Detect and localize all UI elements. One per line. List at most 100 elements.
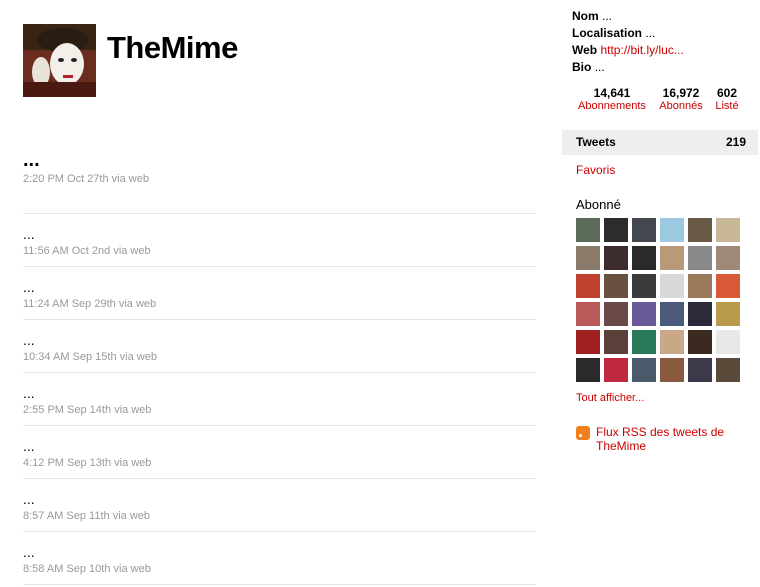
tweet-divider [23,478,536,479]
profile-avatar[interactable] [23,24,96,97]
tweet-item: ... 11:56 AM Oct 2nd via web [23,226,536,257]
following-avatar[interactable] [576,246,600,270]
following-avatar[interactable] [688,246,712,270]
tweet-timestamp[interactable]: 2:20 PM Oct 27th [23,173,109,185]
tweet-meta: 11:24 AM Sep 29th via web [23,298,536,310]
view-all-link[interactable]: Tout afficher... [576,392,644,404]
tweet-meta: 4:12 PM Sep 13th via web [23,457,536,469]
following-avatar[interactable] [716,330,740,354]
tweet-divider [23,372,536,373]
following-avatar[interactable] [716,358,740,382]
tweet-source: via web [113,245,151,257]
tweet-timestamp[interactable]: 11:24 AM Sep 29th [23,298,116,310]
tweet-item: ... 11:24 AM Sep 29th via web [23,279,536,310]
following-avatar[interactable] [632,274,656,298]
tweet-meta: 11:56 AM Oct 2nd via web [23,245,536,257]
following-avatar[interactable] [632,302,656,326]
bio-location-value: ... [645,26,656,40]
tweet-text: ... [23,226,35,242]
following-avatar[interactable] [660,274,684,298]
tweet-source: via web [112,510,150,522]
tweet-divider [23,266,536,267]
following-avatar[interactable] [688,330,712,354]
tweet-timestamp[interactable]: 11:56 AM Oct 2nd [23,245,110,257]
following-avatar[interactable] [604,358,628,382]
tweet-timestamp[interactable]: 8:58 AM Sep 10th [23,563,110,575]
following-avatar[interactable] [688,302,712,326]
following-avatar[interactable] [632,246,656,270]
stat-followers[interactable]: 16,972 Abonnés [656,86,706,112]
tweet-source: via web [114,404,152,416]
tweet-text: ... [23,385,35,401]
following-avatar[interactable] [576,302,600,326]
stat-listed-label: Listé [715,100,739,112]
tweet-timestamp[interactable]: 4:12 PM Sep 13th [23,457,111,469]
following-avatar[interactable] [604,246,628,270]
tweet-text: ... [23,149,40,171]
following-avatar[interactable] [576,330,600,354]
tweet-source: via web [118,298,157,310]
tweet-source: via web [111,173,149,185]
timeline-column: TheMime ... 2:20 PM Oct 27th via web ...… [0,0,560,587]
tweet-item: ... 8:58 AM Sep 10th via web [23,544,536,575]
tweet-meta: 10:34 AM Sep 15th via web [23,351,536,363]
profile-username: TheMime [107,30,238,65]
following-avatar[interactable] [660,246,684,270]
bio-bio-value: ... [594,60,605,74]
tweet-divider [23,425,536,426]
following-avatar[interactable] [576,274,600,298]
tweet-divider [23,319,536,320]
bio-web-link[interactable]: http://bit.ly/luc... [600,43,683,57]
bio-name-value: ... [602,9,613,23]
tweet-item: ... 4:12 PM Sep 13th via web [23,438,536,469]
tweet-item: ... 2:20 PM Oct 27th via web [23,150,536,185]
rss-link[interactable]: Flux RSS des tweets de TheMime [596,425,756,453]
following-avatar[interactable] [660,358,684,382]
following-avatar[interactable] [716,302,740,326]
stat-followers-label: Abonnés [659,100,703,112]
tweets-tab-label: Tweets [576,135,616,149]
tweet-source: via web [119,351,157,363]
following-avatar[interactable] [716,218,740,242]
following-avatar[interactable] [716,246,740,270]
favorites-link[interactable]: Favoris [576,163,615,177]
tweet-text: ... [23,279,35,295]
bio-web-row: Web http://bit.ly/luc... [572,42,684,58]
stat-listed-count: 602 [716,86,738,100]
tweet-item: ... 2:55 PM Sep 14th via web [23,385,536,416]
following-avatar[interactable] [604,274,628,298]
tweet-divider [23,531,536,532]
tweet-timestamp[interactable]: 10:34 AM Sep 15th [23,351,117,363]
following-avatar[interactable] [604,302,628,326]
following-avatar[interactable] [604,218,628,242]
following-avatar[interactable] [632,330,656,354]
tweet-meta: 2:55 PM Sep 14th via web [23,404,536,416]
following-avatar[interactable] [576,218,600,242]
following-avatar[interactable] [688,274,712,298]
stat-following[interactable]: 14,641 Abonnements [574,86,650,112]
tweets-tab[interactable]: Tweets 219 [562,130,758,155]
following-avatar[interactable] [576,358,600,382]
bio-name-row: Nom ... [572,8,612,24]
following-avatar[interactable] [716,274,740,298]
tweet-timestamp[interactable]: 8:57 AM Sep 11th [23,510,110,522]
following-avatar[interactable] [660,330,684,354]
tweet-meta: 8:57 AM Sep 11th via web [23,510,536,522]
tweet-text: ... [23,544,35,560]
following-avatar[interactable] [688,218,712,242]
following-avatar[interactable] [660,302,684,326]
tweet-meta: 8:58 AM Sep 10th via web [23,563,536,575]
following-avatar[interactable] [660,218,684,242]
bio-web-label: Web [572,43,598,57]
tweet-source: via web [114,457,152,469]
tweet-source: via web [113,563,151,575]
following-avatar[interactable] [688,358,712,382]
tweet-timestamp[interactable]: 2:55 PM Sep 14th [23,404,111,416]
following-avatar[interactable] [632,358,656,382]
following-avatar[interactable] [632,218,656,242]
stat-following-label: Abonnements [578,100,646,112]
following-avatar[interactable] [604,330,628,354]
stat-listed[interactable]: 602 Listé [712,86,742,112]
bio-location-row: Localisation ... [572,25,655,41]
tweet-item: ... 8:57 AM Sep 11th via web [23,491,536,522]
